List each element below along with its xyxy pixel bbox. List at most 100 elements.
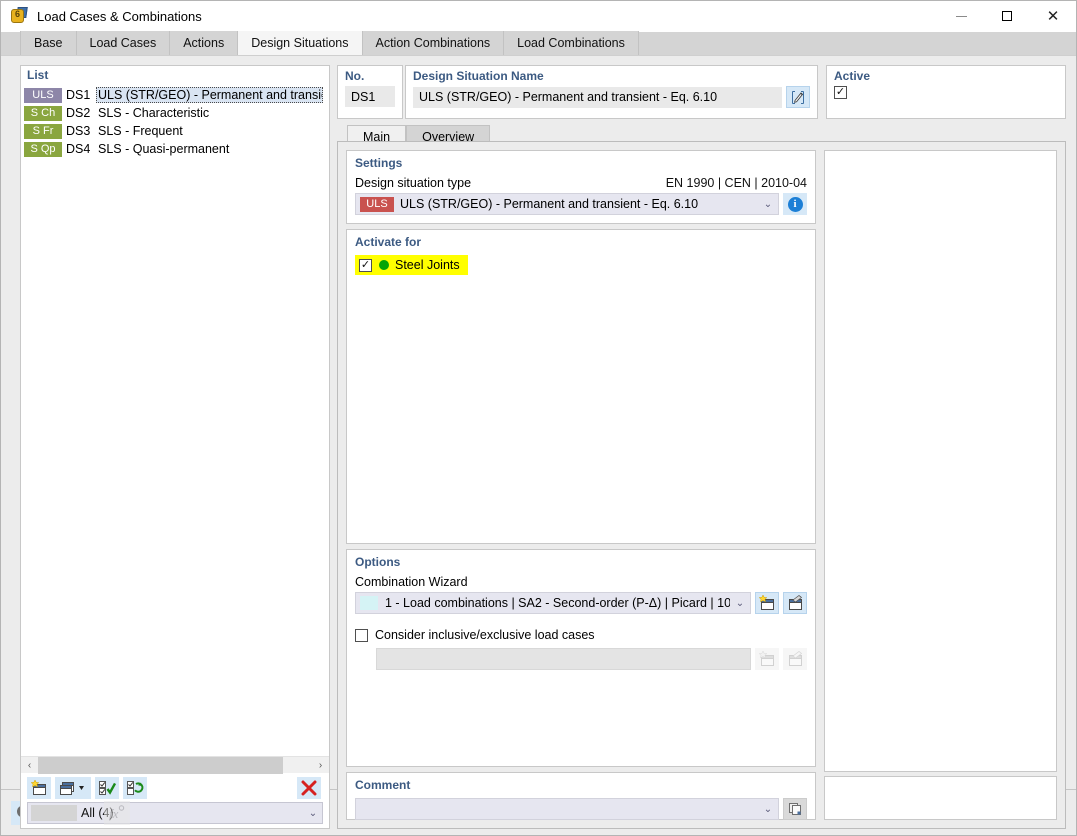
svg-text:fx: fx bbox=[109, 806, 119, 821]
rename-button[interactable] bbox=[786, 86, 810, 108]
invert-selection-button[interactable] bbox=[123, 776, 147, 799]
copy-comment-button[interactable] bbox=[783, 798, 807, 820]
situation-number: DS3 bbox=[66, 124, 91, 138]
list-item[interactable]: S Fr DS3 SLS - Frequent bbox=[21, 122, 329, 140]
steel-joints-checkbox[interactable]: ✓ bbox=[359, 258, 372, 272]
select-all-button[interactable] bbox=[95, 776, 119, 799]
design-situation-type-dropdown[interactable]: ULS ULS (STR/GEO) - Permanent and transi… bbox=[355, 193, 779, 215]
function-fx-button: fx bbox=[104, 800, 130, 825]
scrollbar-thumb[interactable] bbox=[38, 756, 283, 774]
scrollbar-track[interactable] bbox=[38, 756, 312, 774]
type-value: ULS (STR/GEO) - Permanent and transient … bbox=[400, 197, 699, 211]
number-value: DS1 bbox=[345, 86, 395, 107]
name-field-box: Design Situation Name ULS (STR/GEO) - Pe… bbox=[405, 65, 818, 119]
situation-badge: ULS bbox=[24, 87, 62, 103]
main-column: Settings Design situation type EN 1990 |… bbox=[338, 142, 816, 828]
situation-name: SLS - Characteristic bbox=[98, 106, 210, 120]
name-label: Design Situation Name bbox=[413, 69, 544, 83]
list-item[interactable]: S Qp DS4 SLS - Quasi-permanent bbox=[21, 140, 329, 158]
list-filter-row: All (4) ⌄ bbox=[21, 802, 329, 828]
check-all-icon bbox=[99, 780, 116, 795]
situation-badge: S Fr bbox=[24, 123, 62, 139]
combination-wizard-dropdown[interactable]: 1 - Load combinations | SA2 - Second-ord… bbox=[355, 592, 751, 614]
chevron-down-icon[interactable]: ⌄ bbox=[758, 199, 778, 210]
steel-joints-label: Steel Joints bbox=[395, 258, 460, 272]
invert-check-icon bbox=[127, 780, 144, 795]
load-case-tag-icon bbox=[10, 7, 28, 25]
list-toolbar bbox=[21, 773, 329, 802]
tab-base[interactable]: Base bbox=[20, 31, 77, 55]
load-case-relation-input bbox=[376, 648, 751, 670]
dialog-window: Load Cases & Combinations ✕ Base Load Ca… bbox=[0, 0, 1077, 836]
new-window-icon bbox=[30, 779, 46, 795]
copy-icon bbox=[788, 803, 801, 815]
scroll-right-icon[interactable]: › bbox=[312, 757, 329, 774]
delete-x-icon bbox=[301, 780, 317, 795]
situation-number: DS2 bbox=[66, 106, 91, 120]
list-item[interactable]: S Ch DS2 SLS - Characteristic bbox=[21, 104, 329, 122]
copy-window-icon bbox=[60, 781, 84, 795]
chevron-down-icon[interactable]: ⌄ bbox=[758, 804, 778, 815]
dialog-body: List ULS DS1 ULS (STR/GEO) - Permanent a… bbox=[1, 56, 1076, 829]
activate-item-steel-joints[interactable]: ✓ Steel Joints bbox=[355, 255, 468, 275]
tab-design-situations[interactable]: Design Situations bbox=[238, 31, 363, 55]
list-horizontal-scrollbar[interactable]: ‹ › bbox=[21, 756, 329, 774]
design-situation-name-input[interactable]: ULS (STR/GEO) - Permanent and transient … bbox=[413, 86, 782, 108]
activate-for-group: Activate for ✓ Steel Joints bbox=[346, 229, 816, 544]
close-icon: ✕ bbox=[1046, 7, 1060, 25]
function-fx-icon: fx bbox=[109, 804, 125, 821]
title-bar: Load Cases & Combinations ✕ bbox=[1, 1, 1076, 32]
edit-combination-wizard-button[interactable] bbox=[783, 592, 807, 614]
info-button[interactable]: i bbox=[783, 193, 807, 215]
tab-action-combinations[interactable]: Action Combinations bbox=[362, 31, 505, 55]
options-title: Options bbox=[355, 555, 401, 569]
consider-inclusive-exclusive-checkbox[interactable] bbox=[355, 628, 368, 642]
chevron-down-icon[interactable]: ⌄ bbox=[304, 808, 322, 819]
header-fields: No. DS1 Design Situation Name ULS (STR/G… bbox=[337, 65, 1066, 119]
side-info-panel bbox=[824, 776, 1057, 820]
window-title: Load Cases & Combinations bbox=[37, 8, 202, 24]
situation-badge: S Ch bbox=[24, 105, 62, 121]
active-label: Active bbox=[834, 69, 871, 83]
active-checkbox[interactable]: ✓ bbox=[834, 86, 847, 99]
comment-input[interactable]: ⌄ bbox=[355, 798, 779, 820]
delete-design-situation-button[interactable] bbox=[297, 776, 321, 799]
consider-inclusive-exclusive-label: Consider inclusive/exclusive load cases bbox=[375, 628, 595, 642]
design-situation-list[interactable]: ULS DS1 ULS (STR/GEO) - Permanent and tr… bbox=[21, 86, 329, 756]
close-button[interactable]: ✕ bbox=[1030, 1, 1076, 32]
tab-load-cases[interactable]: Load Cases bbox=[76, 31, 171, 55]
situation-number: DS1 bbox=[66, 88, 91, 102]
list-item[interactable]: ULS DS1 ULS (STR/GEO) - Permanent and tr… bbox=[21, 86, 329, 104]
edit-load-case-relation-button bbox=[783, 648, 807, 670]
combination-wizard-value: 1 - Load combinations | SA2 - Second-ord… bbox=[385, 596, 730, 610]
new-load-case-relation-button bbox=[755, 648, 779, 670]
number-field-box: No. DS1 bbox=[337, 65, 403, 119]
maximize-button[interactable] bbox=[984, 1, 1030, 32]
rename-pencil-icon bbox=[792, 90, 804, 104]
copy-design-situation-button[interactable] bbox=[55, 776, 91, 799]
new-window-icon bbox=[758, 651, 774, 666]
minimize-button[interactable] bbox=[938, 1, 984, 32]
info-icon: i bbox=[787, 196, 803, 212]
new-window-icon bbox=[758, 595, 774, 610]
situation-badge: S Qp bbox=[24, 141, 62, 157]
chevron-down-icon[interactable]: ⌄ bbox=[730, 598, 750, 609]
consider-inclusive-exclusive-row[interactable]: Consider inclusive/exclusive load cases bbox=[355, 628, 807, 642]
standard-label: EN 1990 | CEN | 2010-04 bbox=[665, 176, 807, 190]
main-tab-panel: Settings Design situation type EN 1990 |… bbox=[337, 141, 1066, 829]
tab-actions[interactable]: Actions bbox=[170, 31, 239, 55]
number-label: No. bbox=[345, 69, 365, 83]
edit-window-icon bbox=[788, 651, 802, 666]
list-panel: List ULS DS1 ULS (STR/GEO) - Permanent a… bbox=[20, 65, 330, 829]
tab-load-combinations[interactable]: Load Combinations bbox=[504, 31, 639, 55]
list-filter-dropdown[interactable]: All (4) ⌄ bbox=[27, 802, 323, 824]
wizard-color-swatch bbox=[360, 596, 378, 610]
settings-group: Settings Design situation type EN 1990 |… bbox=[346, 150, 816, 224]
scroll-left-icon[interactable]: ‹ bbox=[21, 757, 38, 774]
new-design-situation-button[interactable] bbox=[27, 776, 51, 799]
options-group: Options Combination Wizard 1 - Load comb… bbox=[346, 549, 816, 767]
situation-name: SLS - Quasi-permanent bbox=[98, 142, 230, 156]
load-case-relation-row bbox=[355, 648, 807, 670]
side-preview-panel bbox=[824, 150, 1057, 772]
new-combination-wizard-button[interactable] bbox=[755, 592, 779, 614]
